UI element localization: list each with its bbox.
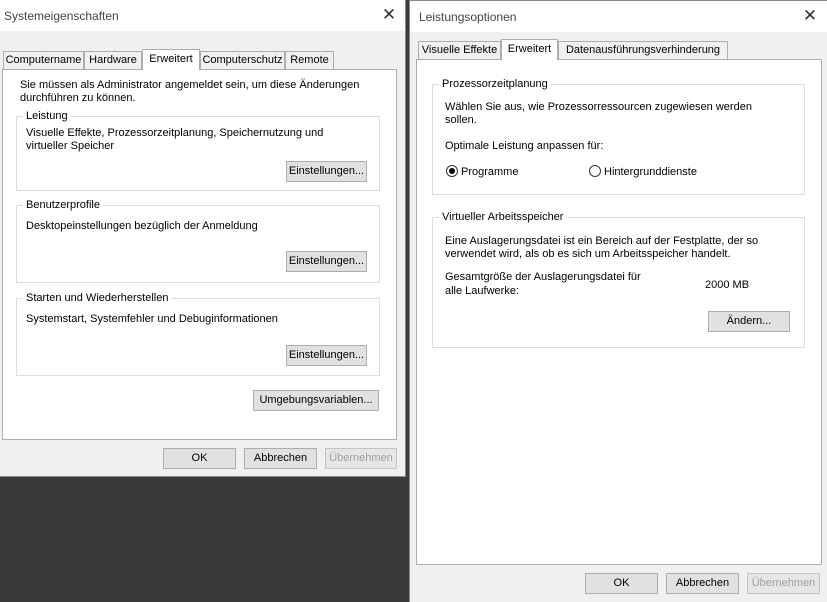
paging-file-total-value: 2000 MB: [705, 279, 750, 291]
title-bar[interactable]: Systemeigenschaften ✕: [0, 0, 405, 31]
tab-visuelle-effekte[interactable]: Visuelle Effekte: [418, 41, 501, 59]
group-title-leistung: Leistung: [23, 109, 71, 123]
change-button[interactable]: Ändern...: [708, 311, 790, 332]
virtual-memory-description: Eine Auslagerungsdatei ist ein Bereich a…: [445, 235, 759, 260]
ok-button[interactable]: OK: [585, 573, 658, 594]
group-benutzerprofile: Benutzerprofile Desktopeinstellungen bez…: [16, 198, 380, 283]
starten-settings-button[interactable]: Einstellungen...: [286, 345, 367, 366]
starten-description: Systemstart, Systemfehler und Debuginfor…: [26, 313, 278, 325]
leistung-description: Visuelle Effekte, Prozessorzeitplanung, …: [26, 127, 324, 152]
tab-datenausfuehrungsverhinderung[interactable]: Datenausführungsverhinderung: [558, 41, 728, 59]
group-prozessorzeitplanung: Prozessorzeitplanung Wählen Sie aus, wie…: [432, 77, 805, 195]
tab-strip: Computername Hardware Erweitert Computer…: [3, 49, 334, 70]
window-title: Systemeigenschaften: [4, 9, 119, 23]
system-properties-dialog: Systemeigenschaften ✕ Computername Hardw…: [0, 0, 406, 477]
radio-hintergrunddienste-label[interactable]: Hintergrunddienste: [604, 166, 697, 179]
tab-computerschutz[interactable]: Computerschutz: [200, 51, 285, 69]
apply-button[interactable]: Übernehmen: [747, 573, 820, 594]
group-title-starten: Starten und Wiederherstellen: [23, 291, 172, 305]
scheduling-description: Wählen Sie aus, wie Prozessorressourcen …: [445, 101, 752, 126]
tab-strip: Visuelle Effekte Erweitert Datenausführu…: [418, 39, 738, 60]
tab-hardware[interactable]: Hardware: [84, 51, 142, 69]
adjust-for-label: Optimale Leistung anpassen für:: [445, 140, 604, 152]
radio-programme[interactable]: [446, 165, 458, 177]
group-title-benutzerprofile: Benutzerprofile: [23, 198, 103, 212]
tab-computername[interactable]: Computername: [3, 51, 84, 69]
tab-panel-erweitert: Prozessorzeitplanung Wählen Sie aus, wie…: [416, 59, 822, 565]
radio-programme-label[interactable]: Programme: [461, 166, 518, 179]
cancel-button[interactable]: Abbrechen: [666, 573, 739, 594]
paging-file-total-label-line1: Gesamtgröße der Auslagerungsdatei für: [445, 271, 641, 283]
group-title-virtueller-arbeitsspeicher: Virtueller Arbeitsspeicher: [439, 210, 567, 224]
performance-options-dialog: Leistungsoptionen ✕ Visuelle Effekte Erw…: [409, 0, 827, 602]
group-leistung: Leistung Visuelle Effekte, Prozessorzeit…: [16, 109, 380, 191]
apply-button[interactable]: Übernehmen: [325, 448, 397, 469]
cancel-button[interactable]: Abbrechen: [244, 448, 317, 469]
paging-file-total-label-line2: alle Laufwerke:: [445, 285, 519, 297]
benutzerprofile-settings-button[interactable]: Einstellungen...: [286, 251, 367, 272]
window-title: Leistungsoptionen: [419, 10, 517, 24]
title-bar[interactable]: Leistungsoptionen ✕: [410, 1, 827, 32]
benutzerprofile-description: Desktopeinstellungen bezüglich der Anmel…: [26, 220, 258, 232]
tab-remote[interactable]: Remote: [285, 51, 334, 69]
group-starten-wiederherstellen: Starten und Wiederherstellen Systemstart…: [16, 291, 380, 376]
close-icon[interactable]: ✕: [798, 5, 822, 27]
close-icon[interactable]: ✕: [377, 4, 401, 26]
environment-variables-button[interactable]: Umgebungsvariablen...: [253, 390, 379, 411]
tab-erweitert[interactable]: Erweitert: [501, 39, 558, 60]
radio-hintergrunddienste[interactable]: [589, 165, 601, 177]
group-virtueller-arbeitsspeicher: Virtueller Arbeitsspeicher Eine Auslager…: [432, 210, 805, 348]
admin-notice: Sie müssen als Administrator angemeldet …: [20, 79, 360, 104]
tab-erweitert[interactable]: Erweitert: [142, 49, 200, 70]
group-title-prozessorzeitplanung: Prozessorzeitplanung: [439, 77, 551, 91]
leistung-settings-button[interactable]: Einstellungen...: [286, 161, 367, 182]
ok-button[interactable]: OK: [163, 448, 236, 469]
tab-panel-erweitert: Sie müssen als Administrator angemeldet …: [2, 69, 397, 440]
